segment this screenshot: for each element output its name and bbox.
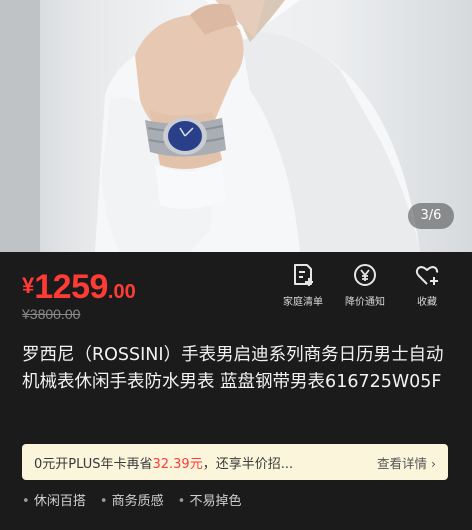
product-tag: 商务质感 <box>100 490 164 509</box>
promo-suffix: ，还享半价招... <box>202 456 294 472</box>
product-tags: 休闲百搭 商务质感 不易掉色 <box>22 490 255 509</box>
list-add-icon <box>294 264 313 286</box>
heart-plus-icon <box>415 266 439 285</box>
price-alert-label: 降价通知 <box>345 297 385 308</box>
product-actions: 家庭清单 降价通知 收藏 <box>272 262 458 308</box>
price-alert-icon <box>354 264 376 286</box>
family-list-label: 家庭清单 <box>283 297 323 308</box>
promo-amount: 32.39元 <box>152 456 203 472</box>
product-tag: 休闲百搭 <box>22 490 86 509</box>
family-list-button[interactable]: 家庭清单 <box>272 262 334 308</box>
price-alert-button[interactable]: 降价通知 <box>334 262 396 308</box>
current-price: ¥1259.00 <box>22 268 136 307</box>
promo-prefix: 0元开PLUS年卡再省 <box>34 456 153 472</box>
price-integer: 1259 <box>34 268 108 306</box>
favorite-button[interactable]: 收藏 <box>396 262 458 308</box>
promo-text: 0元开PLUS年卡再省32.39元，还享半价招... <box>34 453 293 472</box>
original-price: ¥3800.00 <box>22 306 81 322</box>
plus-promo-banner[interactable]: 0元开PLUS年卡再省32.39元，还享半价招... 查看详情 › <box>22 444 448 480</box>
favorite-label: 收藏 <box>417 297 437 308</box>
product-photo <box>0 0 420 252</box>
view-details-link[interactable]: 查看详情 › <box>377 453 436 472</box>
product-image-gallery[interactable]: 3/6 <box>0 0 472 252</box>
price-currency: ¥ <box>22 273 35 298</box>
image-counter: 3/6 <box>408 203 454 229</box>
product-title: 罗西尼（ROSSINI）手表男启迪系列商务日历男士自动机械表休闲手表防水男表 蓝… <box>22 345 444 392</box>
price-decimal: .00 <box>107 281 136 303</box>
product-tag: 不易掉色 <box>178 490 241 509</box>
